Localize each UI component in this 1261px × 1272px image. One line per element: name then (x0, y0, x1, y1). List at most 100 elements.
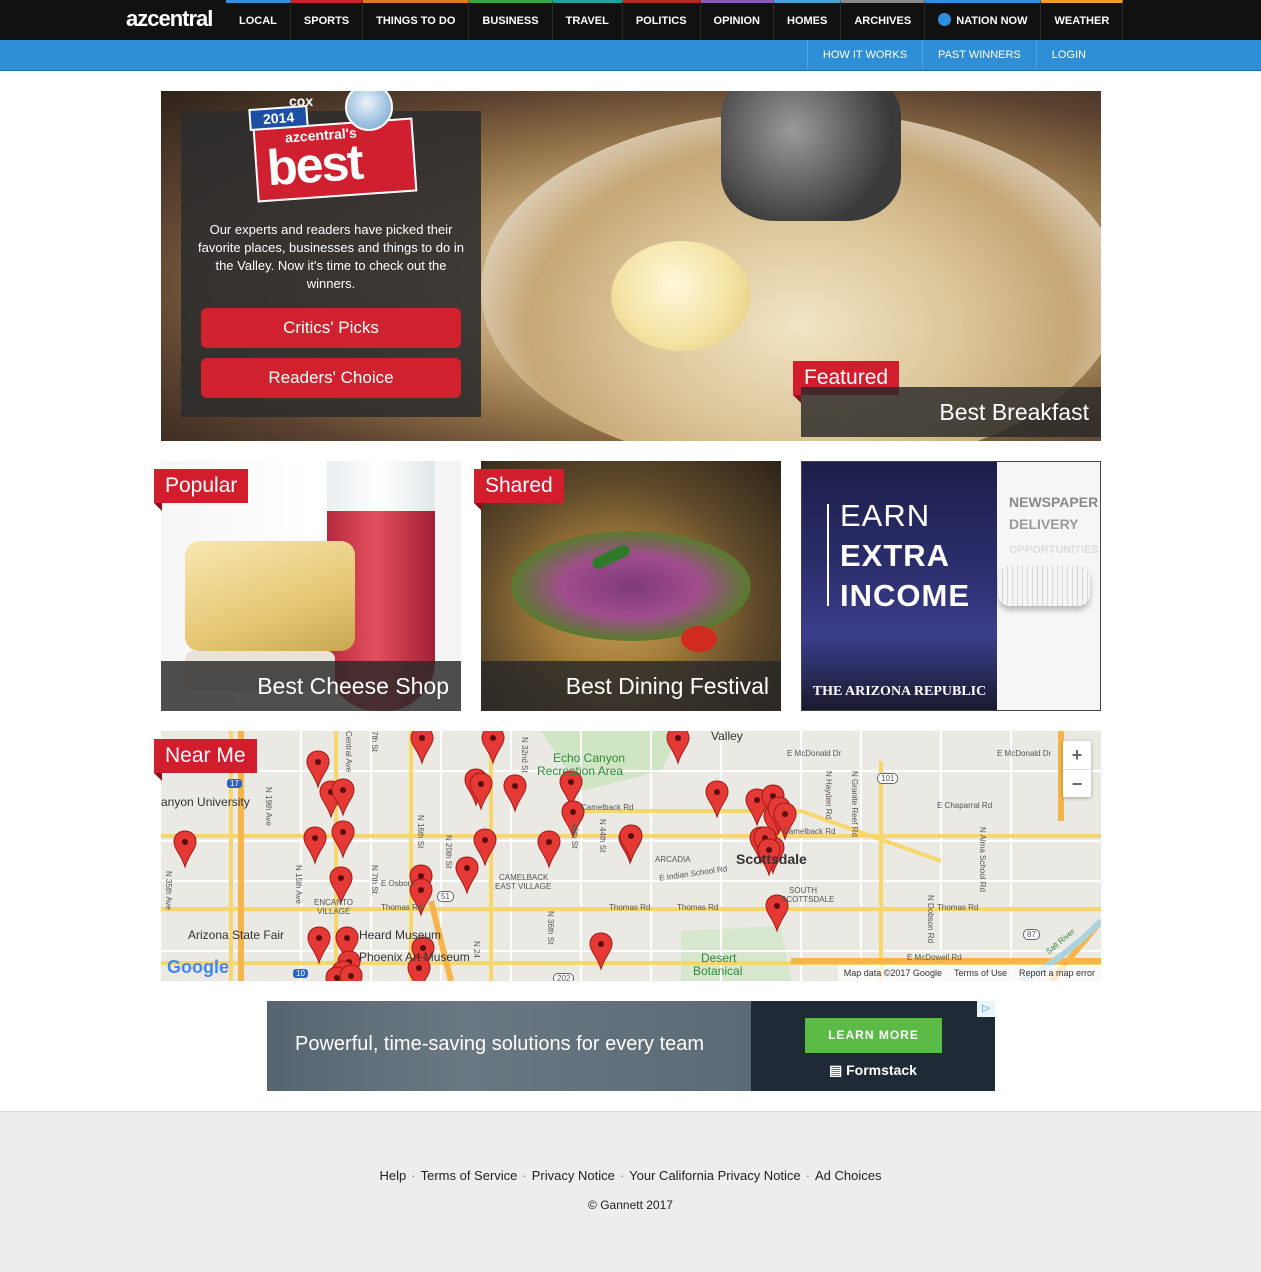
rolled-newspaper-image (998, 566, 1090, 606)
map-label-mcdowell: E McDowell Rd (907, 953, 962, 962)
map-pin-icon[interactable] (455, 856, 479, 895)
nav-politics-label: POLITICS (635, 15, 687, 27)
nav-weather-label: WEATHER (1054, 15, 1110, 27)
map-pin-icon[interactable] (473, 828, 497, 867)
subnav-how-it-works[interactable]: HOW IT WORKS (806, 40, 922, 70)
map-pin-icon[interactable] (503, 774, 527, 813)
newspaper-delivery-ad[interactable]: EARN EXTRA INCOME THE ARIZONA REPUBLIC N… (801, 461, 1101, 711)
subnav-past-winners[interactable]: PAST WINNERS (922, 40, 1036, 70)
nav-travel[interactable]: TRAVEL (552, 0, 623, 40)
map-terms-link[interactable]: Terms of Use (954, 965, 1007, 981)
footer-ad-choices-link[interactable]: Ad Choices (815, 1168, 881, 1183)
formstack-icon: ▤ (829, 1062, 847, 1078)
map-pin-icon[interactable] (331, 820, 355, 859)
readers-choice-button[interactable]: Readers' Choice (201, 358, 461, 398)
ad-side-delivery: DELIVERY (1009, 516, 1079, 532)
pepper-image (681, 626, 717, 652)
critics-picks-button[interactable]: Critics' Picks (201, 308, 461, 348)
popular-tag: Popular (154, 469, 249, 511)
nav-things-to-do[interactable]: THINGS TO DO (363, 0, 470, 40)
zoom-out-button[interactable]: − (1063, 770, 1091, 798)
map-label-botanical: Botanical (693, 964, 743, 978)
map-pin-icon[interactable] (307, 926, 331, 965)
shield-17: 17 (227, 779, 242, 788)
map-label-n36: N 36th St (546, 911, 555, 945)
map-label-hayden: N Hayden Rd (824, 771, 833, 820)
subnav-login[interactable]: LOGIN (1035, 40, 1101, 70)
adchoices-icon[interactable]: ▷ (977, 1001, 995, 1017)
nav-archives[interactable]: ARCHIVES (841, 0, 926, 40)
shield-10: 10 (293, 969, 308, 978)
formstack-name: Formstack (846, 1062, 917, 1078)
map-label-n16: N 16th St (416, 815, 425, 849)
map-label-heard-museum: Heard Museum (359, 928, 442, 942)
hero-featured[interactable]: cox 2014 azcentral's best Our experts an… (161, 91, 1101, 441)
map-report-error-link[interactable]: Report a map error (1019, 965, 1095, 981)
featured-caption[interactable]: Best Breakfast (801, 387, 1101, 437)
banner-headline: Powerful, time-saving solutions for ever… (295, 1033, 705, 1055)
near-me-map[interactable]: Valley Echo Canyon Recreation Area anyon… (161, 731, 1101, 981)
nav-travel-label: TRAVEL (565, 15, 609, 27)
map-label-encanto-village: VILLAGE (317, 907, 351, 916)
footer-california-privacy-link[interactable]: Your California Privacy Notice (629, 1168, 800, 1183)
nav-local-label: LOCAL (239, 15, 277, 27)
map-label-n19: N 19th Ave (264, 787, 273, 826)
formstack-logo: ▤ Formstack (829, 1062, 917, 1079)
map-label-n40: 40th St (570, 823, 579, 849)
map-label-central: Central Ave (344, 731, 353, 773)
map-label-thomas-4: Thomas Rd (937, 903, 979, 912)
footer-privacy-link[interactable]: Privacy Notice (532, 1168, 615, 1183)
ad-side-opportunities: OPPORTUNITIES (1009, 544, 1099, 556)
map-label-n20: N 20th St (444, 835, 453, 869)
ad-line-earn: EARN (840, 498, 931, 533)
map-pin-icon[interactable] (331, 778, 355, 817)
map-pin-icon[interactable] (339, 964, 363, 981)
badge-title: best (265, 133, 364, 197)
map-pin-icon[interactable] (469, 772, 493, 811)
nav-sports[interactable]: SPORTS (290, 0, 364, 40)
map-label-granite-reef: N Granite Reef Rd (850, 771, 859, 837)
learn-more-button[interactable]: LEARN MORE (805, 1018, 942, 1053)
nav-opinion[interactable]: OPINION (700, 0, 774, 40)
map-pin-icon[interactable] (481, 731, 505, 765)
map-label-valley: Valley (711, 731, 743, 743)
map-label-recreation-area: Recreation Area (537, 764, 624, 778)
cheese-image (185, 541, 355, 651)
map-label-osborn: E Osborn (381, 879, 415, 888)
map-label-n7th-st: N 7th St (370, 865, 379, 894)
map-pin-icon[interactable] (666, 731, 690, 765)
map-pin-icon[interactable] (619, 824, 643, 863)
nav-business[interactable]: BUSINESS (469, 0, 553, 40)
map-pin-icon[interactable] (589, 932, 613, 971)
nav-weather[interactable]: WEATHER (1041, 0, 1124, 40)
map-pin-icon[interactable] (537, 830, 561, 869)
footer-help-link[interactable]: Help (380, 1168, 407, 1183)
hero-pitcher-image (721, 91, 901, 221)
nav-politics[interactable]: POLITICS (622, 0, 701, 40)
zoom-in-button[interactable]: + (1063, 741, 1091, 769)
nav-local[interactable]: LOCAL (226, 0, 291, 40)
azcentral-logo[interactable]: azcentral (126, 6, 213, 32)
map-pin-icon[interactable] (705, 780, 729, 819)
nav-nation-now[interactable]: NATION NOW (925, 0, 1042, 40)
top-navigation: azcentral LOCAL SPORTS THINGS TO DO BUSI… (0, 0, 1261, 40)
nav-homes[interactable]: HOMES (774, 0, 842, 40)
google-logo[interactable]: Google (167, 957, 229, 978)
map-label-camelback-village: CAMELBACK (499, 873, 549, 882)
map-label-n35: N 35th Ave (164, 871, 173, 910)
best-badge-logo: cox 2014 azcentral's best (248, 91, 419, 213)
map-pin-icon[interactable] (410, 731, 434, 765)
formstack-banner-ad[interactable]: Powerful, time-saving solutions for ever… (267, 1001, 995, 1091)
map-pin-icon[interactable] (173, 830, 197, 869)
main-nav-list: LOCAL SPORTS THINGS TO DO BUSINESS TRAVE… (226, 0, 1124, 40)
dining-festival-caption[interactable]: Best Dining Festival (481, 661, 781, 711)
map-pin-icon[interactable] (303, 826, 327, 865)
map-label-dobson: N Dobson Rd (926, 895, 935, 944)
footer-terms-link[interactable]: Terms of Service (421, 1168, 518, 1183)
hero-butter-image (611, 241, 751, 351)
map-label-south: SOUTH (789, 886, 817, 895)
map-label-n44: N 44th St (598, 819, 607, 853)
map-label-alma-school: N Alma School Rd (978, 827, 987, 892)
footer-separator: · (411, 1168, 416, 1183)
cheese-shop-caption[interactable]: Best Cheese Shop (161, 661, 461, 711)
